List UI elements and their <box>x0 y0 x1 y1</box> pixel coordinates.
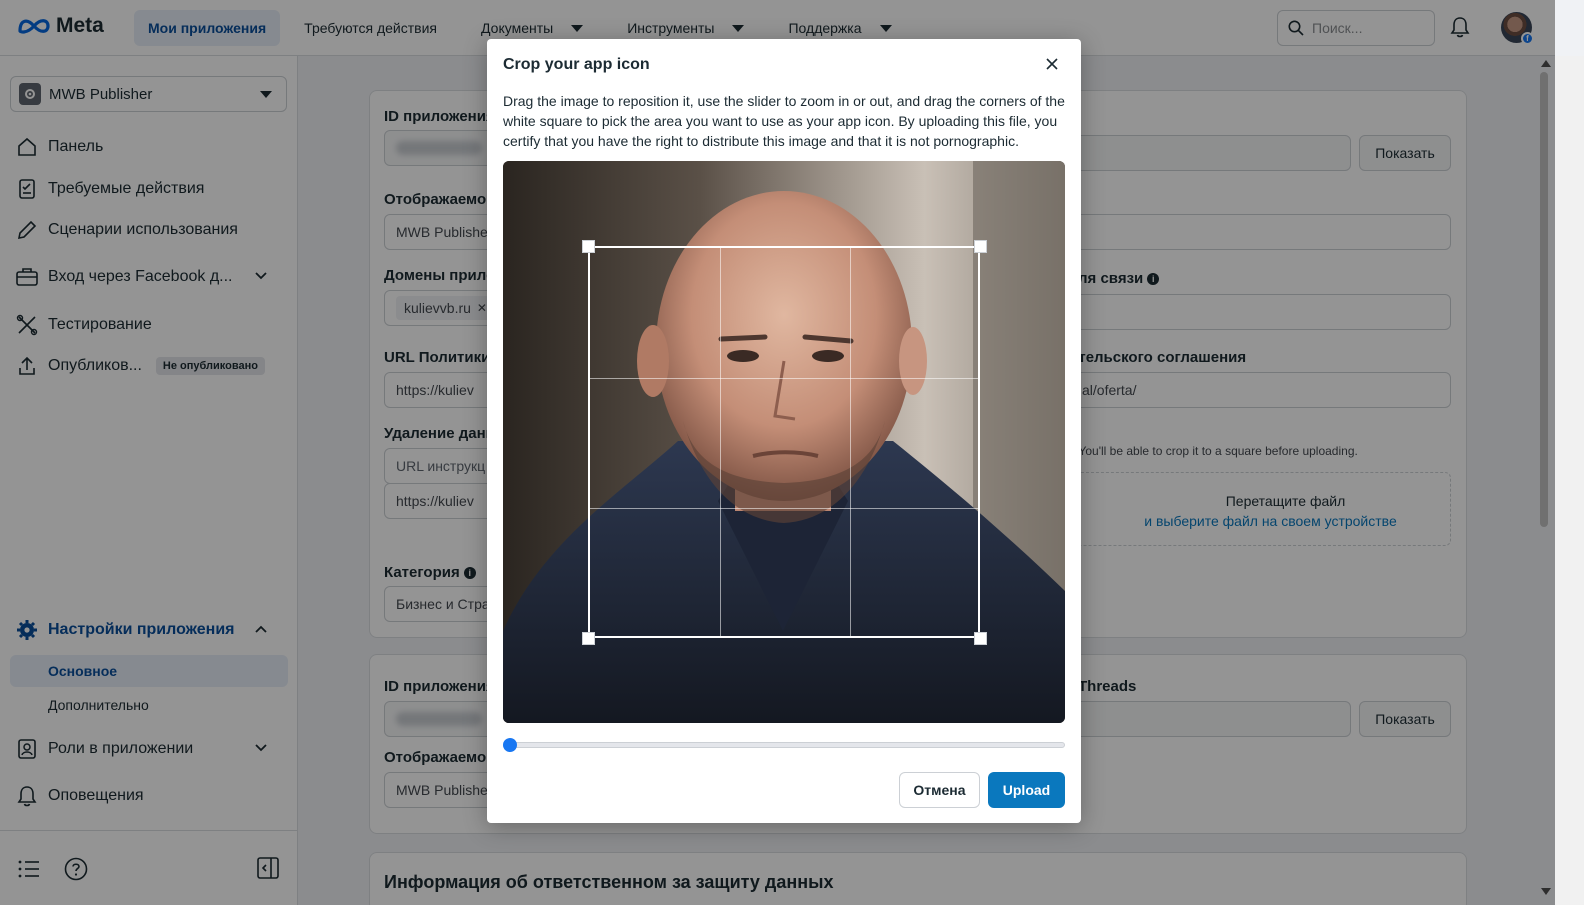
cancel-button[interactable]: Отмена <box>899 772 980 808</box>
crop-handle-top-right[interactable] <box>974 240 987 253</box>
crop-handle-bottom-right[interactable] <box>974 632 987 645</box>
crop-square[interactable] <box>588 246 980 638</box>
dialog-description: Drag the image to reposition it, use the… <box>503 93 1065 149</box>
crop-handle-top-left[interactable] <box>582 240 595 253</box>
crop-grid-line <box>720 248 721 636</box>
dialog-title: Crop your app icon <box>503 56 650 73</box>
upload-button[interactable]: Upload <box>988 772 1065 808</box>
close-button[interactable] <box>1042 54 1062 74</box>
zoom-slider-thumb[interactable] <box>503 738 517 752</box>
crop-grid-line <box>590 508 978 509</box>
crop-icon-dialog: Crop your app icon Drag the image to rep… <box>487 39 1081 823</box>
crop-handle-bottom-left[interactable] <box>582 632 595 645</box>
page-scrollbar[interactable] <box>1555 56 1584 905</box>
crop-grid-line <box>590 378 978 379</box>
crop-image-area[interactable] <box>503 161 1065 723</box>
zoom-slider[interactable] <box>509 742 1065 748</box>
crop-grid-line <box>850 248 851 636</box>
close-icon <box>1046 58 1058 70</box>
